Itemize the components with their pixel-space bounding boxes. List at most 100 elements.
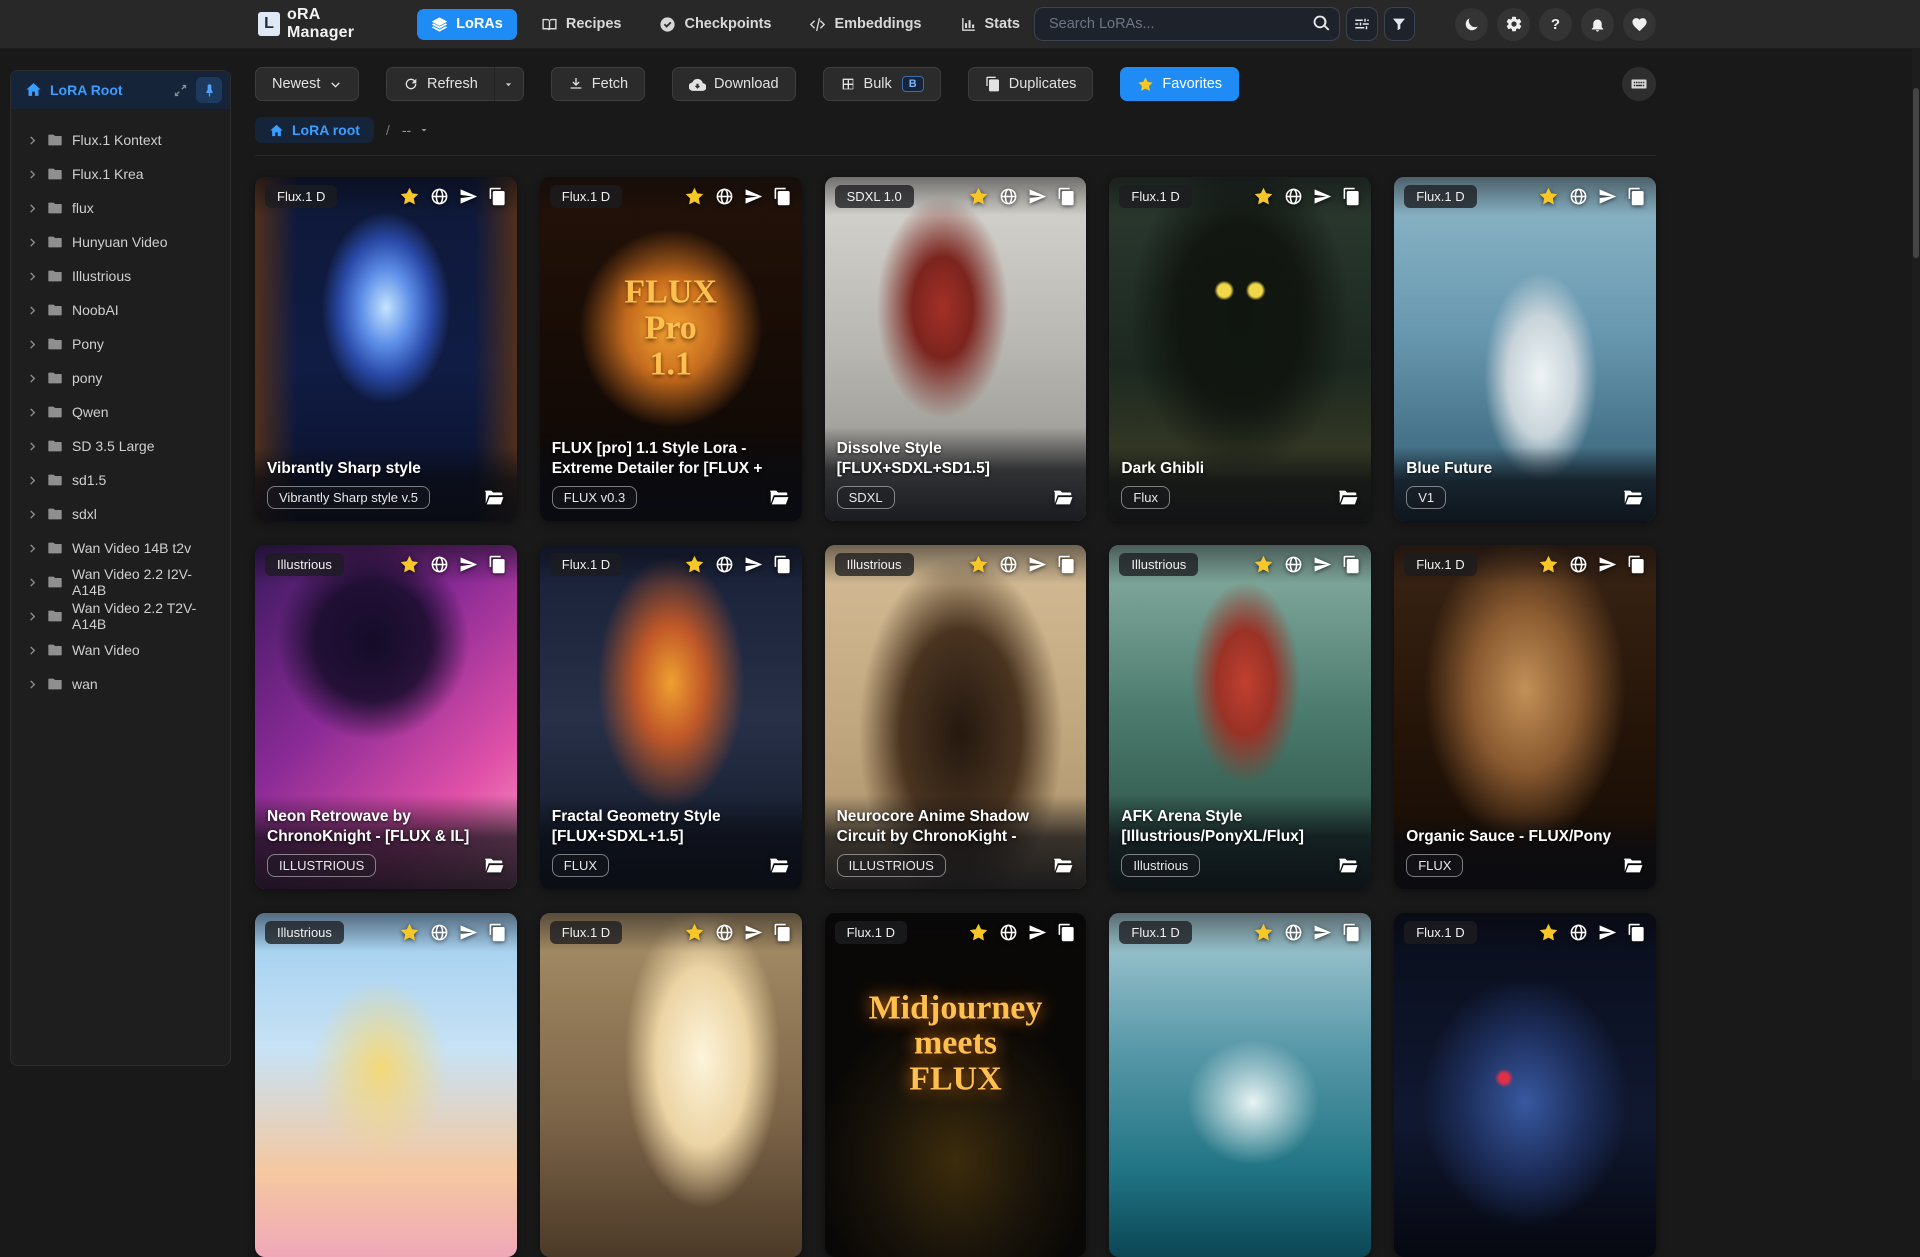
lora-card[interactable]: Flux.1 D Blue Future V1	[1394, 177, 1656, 521]
chevron-right-icon[interactable]	[27, 305, 38, 316]
sidebar-folder-item[interactable]: Illustrious	[17, 259, 224, 293]
send-icon[interactable]	[1598, 555, 1617, 574]
favorites-filter-button[interactable]: Favorites	[1120, 67, 1240, 101]
send-icon[interactable]	[1598, 187, 1617, 206]
nav-tab-checkpoints[interactable]: Checkpoints	[645, 9, 785, 40]
send-icon[interactable]	[1313, 555, 1332, 574]
copy-icon[interactable]	[1342, 923, 1361, 942]
sidebar-folder-item[interactable]: Wan Video 2.2 T2V-A14B	[17, 599, 224, 633]
globe-icon[interactable]	[999, 555, 1018, 574]
globe-icon[interactable]	[1284, 555, 1303, 574]
globe-icon[interactable]	[715, 187, 734, 206]
scrollbar-thumb[interactable]	[1913, 88, 1919, 258]
settings-button[interactable]	[1497, 7, 1530, 41]
sidebar-folder-item[interactable]: Wan Video 14B t2v	[17, 531, 224, 565]
keyboard-shortcuts-button[interactable]	[1622, 67, 1656, 101]
send-icon[interactable]	[744, 187, 763, 206]
globe-icon[interactable]	[715, 923, 734, 942]
nav-tab-recipes[interactable]: Recipes	[527, 9, 636, 40]
send-icon[interactable]	[459, 923, 478, 942]
favorite-star-icon[interactable]	[399, 554, 420, 575]
display-options-button[interactable]	[1346, 7, 1378, 41]
send-icon[interactable]	[1028, 187, 1047, 206]
scrollbar-track[interactable]	[1912, 48, 1920, 1080]
lora-card[interactable]: FLUX Pro 1.1 Flux.1 D FLUX [pro] 1.1 Sty…	[539, 177, 802, 521]
copy-icon[interactable]	[1627, 923, 1646, 942]
sidebar-folder-item[interactable]: pony	[17, 361, 224, 395]
chevron-right-icon[interactable]	[27, 237, 38, 248]
nav-tab-loras[interactable]: LoRAs	[417, 8, 517, 40]
sidebar-folder-item[interactable]: Wan Video	[17, 633, 224, 667]
chevron-right-icon[interactable]	[27, 271, 38, 282]
help-button[interactable]: ?	[1539, 7, 1572, 41]
lora-card[interactable]: Flux.1 D Dark Ghibli Flux	[1109, 177, 1372, 521]
open-folder-icon[interactable]	[1337, 487, 1359, 509]
download-button[interactable]: Download	[672, 67, 796, 101]
sidebar-folder-item[interactable]: Flux.1 Kontext	[17, 123, 224, 157]
open-folder-icon[interactable]	[1052, 487, 1074, 509]
send-icon[interactable]	[1598, 923, 1617, 942]
lora-card[interactable]: Flux.1 D	[1394, 913, 1656, 1257]
chevron-right-icon[interactable]	[27, 679, 38, 690]
globe-icon[interactable]	[1569, 555, 1588, 574]
send-icon[interactable]	[459, 555, 478, 574]
favorite-star-icon[interactable]	[968, 554, 989, 575]
send-icon[interactable]	[1313, 187, 1332, 206]
sidebar-folder-item[interactable]: Qwen	[17, 395, 224, 429]
globe-icon[interactable]	[1284, 923, 1303, 942]
favorite-star-icon[interactable]	[1538, 922, 1559, 943]
fetch-button[interactable]: Fetch	[550, 67, 646, 101]
refresh-button[interactable]: Refresh	[386, 67, 494, 101]
duplicates-button[interactable]: Duplicates	[967, 67, 1094, 101]
copy-icon[interactable]	[773, 555, 792, 574]
nav-tab-stats[interactable]: Stats	[946, 9, 1034, 40]
refresh-options-button[interactable]	[493, 67, 524, 101]
globe-icon[interactable]	[430, 555, 449, 574]
globe-icon[interactable]	[999, 187, 1018, 206]
favorite-star-icon[interactable]	[1253, 922, 1274, 943]
copy-icon[interactable]	[1057, 555, 1076, 574]
favorite-star-icon[interactable]	[684, 186, 705, 207]
globe-icon[interactable]	[1284, 187, 1303, 206]
sidebar-root-row[interactable]: LoRA Root	[11, 71, 230, 109]
favorite-star-icon[interactable]	[1538, 554, 1559, 575]
open-folder-icon[interactable]	[1622, 855, 1644, 877]
breadcrumb-current-dropdown[interactable]: --	[402, 122, 430, 138]
send-icon[interactable]	[744, 923, 763, 942]
favorite-star-icon[interactable]	[1538, 186, 1559, 207]
favorite-star-icon[interactable]	[968, 922, 989, 943]
open-folder-icon[interactable]	[483, 855, 505, 877]
favorite-star-icon[interactable]	[399, 186, 420, 207]
collapse-all-button[interactable]	[173, 83, 188, 98]
favorite-star-icon[interactable]	[1253, 186, 1274, 207]
copy-icon[interactable]	[1342, 555, 1361, 574]
favorite-star-icon[interactable]	[684, 554, 705, 575]
sidebar-folder-item[interactable]: Wan Video 2.2 I2V-A14B	[17, 565, 224, 599]
lora-card[interactable]: Illustrious	[255, 913, 517, 1257]
open-folder-icon[interactable]	[1622, 487, 1644, 509]
open-folder-icon[interactable]	[483, 487, 505, 509]
favorite-star-icon[interactable]	[684, 922, 705, 943]
copy-icon[interactable]	[773, 187, 792, 206]
copy-icon[interactable]	[488, 923, 507, 942]
copy-icon[interactable]	[488, 187, 507, 206]
lora-card[interactable]: SDXL 1.0 Dissolve Style [FLUX+SDXL+SD1.5…	[824, 177, 1087, 521]
pin-sidebar-button[interactable]	[196, 77, 222, 103]
chevron-right-icon[interactable]	[27, 339, 38, 350]
sidebar-folder-item[interactable]: sd1.5	[17, 463, 224, 497]
lora-card[interactable]: Illustrious Neon Retrowave by ChronoKnig…	[255, 545, 517, 889]
send-icon[interactable]	[744, 555, 763, 574]
chevron-right-icon[interactable]	[27, 169, 38, 180]
favorite-star-icon[interactable]	[968, 186, 989, 207]
globe-icon[interactable]	[1569, 187, 1588, 206]
lora-card[interactable]: Flux.1 D	[1109, 913, 1372, 1257]
send-icon[interactable]	[1028, 555, 1047, 574]
favorite-star-icon[interactable]	[1253, 554, 1274, 575]
notifications-button[interactable]	[1581, 7, 1614, 41]
copy-icon[interactable]	[1627, 187, 1646, 206]
sidebar-folder-item[interactable]: flux	[17, 191, 224, 225]
chevron-right-icon[interactable]	[27, 645, 38, 656]
chevron-right-icon[interactable]	[27, 373, 38, 384]
open-folder-icon[interactable]	[768, 855, 790, 877]
support-button[interactable]	[1623, 7, 1656, 41]
